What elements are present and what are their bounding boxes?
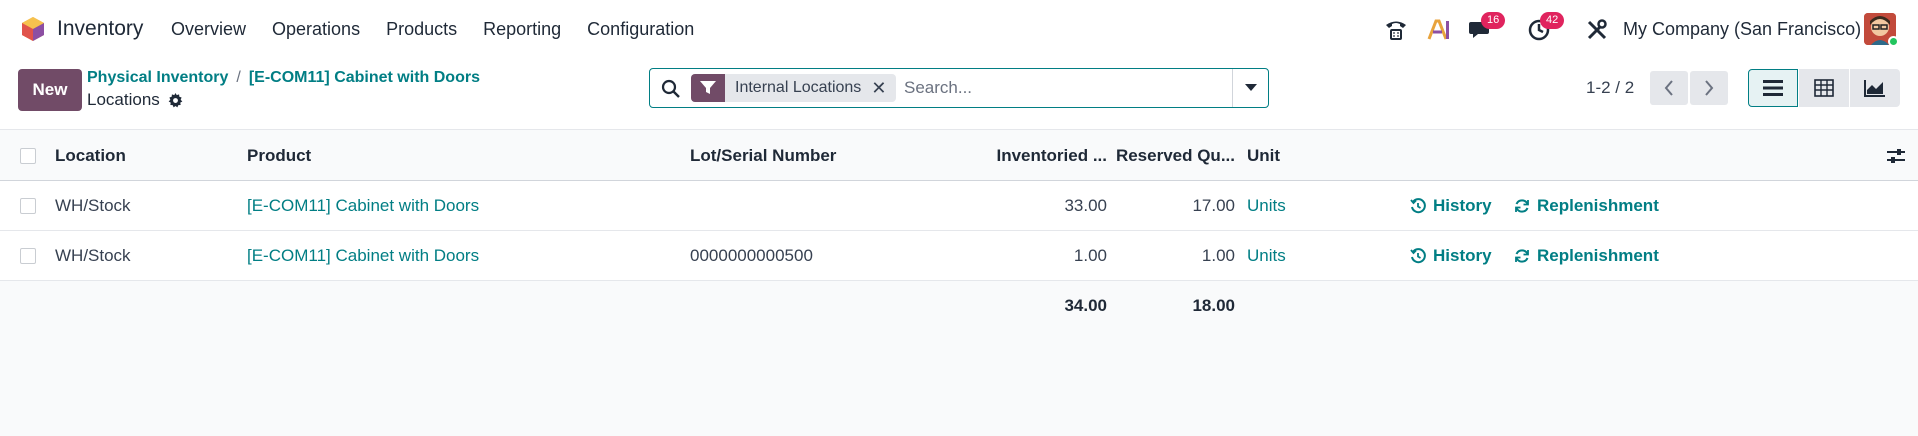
col-location[interactable]: Location — [55, 131, 126, 181]
pager-next-button[interactable] — [1690, 71, 1728, 105]
menu-products[interactable]: Products — [386, 19, 457, 40]
graph-view-button[interactable] — [1850, 69, 1900, 107]
history-icon — [1410, 248, 1426, 264]
chat-badge: 16 — [1481, 12, 1506, 29]
history-button[interactable]: History — [1410, 181, 1492, 231]
select-all-checkbox[interactable] — [20, 148, 36, 164]
history-button[interactable]: History — [1410, 231, 1492, 281]
chat-icon[interactable]: 16 — [1467, 12, 1506, 43]
table-row[interactable]: WH/Stock [E-COM11] Cabinet with Doors 00… — [0, 231, 1918, 281]
inventory-app-icon[interactable] — [20, 16, 46, 42]
list-icon — [1763, 80, 1783, 96]
search-options-toggle[interactable] — [1232, 69, 1268, 107]
main-menu: Overview Operations Products Reporting C… — [171, 19, 720, 40]
search-icon — [661, 79, 680, 98]
col-lot[interactable]: Lot/Serial Number — [690, 131, 836, 181]
cell-location[interactable]: WH/Stock — [55, 231, 131, 281]
cell-unit-link[interactable]: Units — [1247, 181, 1286, 231]
control-panel: New Physical Inventory / [E-COM11] Cabinet… — [0, 59, 1918, 130]
filter-icon — [691, 74, 725, 102]
col-unit[interactable]: Unit — [1247, 131, 1280, 181]
col-product[interactable]: Product — [247, 131, 311, 181]
search-input[interactable] — [904, 75, 1204, 101]
total-inventoried: 34.00 — [1064, 296, 1107, 315]
sliders-icon — [1887, 149, 1905, 163]
chevron-left-icon — [1664, 80, 1673, 96]
cell-product-link[interactable]: [E-COM11] Cabinet with Doors — [247, 181, 479, 231]
refresh-icon — [1515, 199, 1529, 213]
cell-reserved[interactable]: 1.00 — [1107, 231, 1235, 281]
col-inventoried[interactable]: Inventoried ... — [980, 131, 1107, 181]
replenishment-label: Replenishment — [1537, 196, 1659, 215]
pager-value[interactable]: 1-2 / 2 — [1586, 78, 1634, 98]
cell-unit-link[interactable]: Units — [1247, 231, 1286, 281]
refresh-icon — [1515, 249, 1529, 263]
breadcrumb-product[interactable]: [E-COM11] Cabinet with Doors — [249, 69, 480, 86]
cell-product-link[interactable]: [E-COM11] Cabinet with Doors — [247, 231, 479, 281]
breadcrumb-separator: / — [236, 69, 241, 86]
cell-inventoried[interactable]: 1.00 — [980, 231, 1107, 281]
top-navbar: Inventory Overview Operations Products R… — [0, 0, 1918, 59]
total-reserved: 18.00 — [1192, 296, 1235, 315]
history-label: History — [1433, 196, 1492, 215]
company-switcher[interactable]: My Company (San Francisco) — [1623, 19, 1861, 40]
table-footer-totals: 34.00 18.00 — [0, 281, 1918, 331]
pivot-view-button[interactable] — [1799, 69, 1849, 107]
online-status-dot — [1888, 36, 1899, 47]
table-grid-icon — [1814, 79, 1834, 97]
cell-inventoried[interactable]: 33.00 — [980, 181, 1107, 231]
breadcrumb-physical-inventory[interactable]: Physical Inventory — [87, 69, 228, 86]
table-header: Location Product Lot/Serial Number Inven… — [0, 131, 1918, 181]
new-button[interactable]: New — [18, 69, 82, 111]
pager-previous-button[interactable] — [1650, 71, 1688, 105]
caret-down-icon — [1244, 84, 1257, 91]
replenishment-label: Replenishment — [1537, 246, 1659, 265]
phone-icon[interactable] — [1383, 17, 1409, 43]
chevron-right-icon — [1705, 80, 1714, 96]
list-view-button[interactable] — [1748, 69, 1798, 107]
app-name[interactable]: Inventory — [57, 17, 143, 41]
gear-icon[interactable] — [168, 92, 183, 108]
row-checkbox[interactable] — [20, 248, 36, 264]
cell-location[interactable]: WH/Stock — [55, 181, 131, 231]
menu-operations[interactable]: Operations — [272, 19, 360, 40]
search-bar: Internal Locations ✕ — [649, 68, 1269, 108]
activity-badge: 42 — [1540, 12, 1565, 29]
cell-lot[interactable]: 0000000000500 — [690, 231, 813, 281]
history-label: History — [1433, 246, 1492, 265]
close-icon[interactable]: ✕ — [871, 78, 896, 99]
ai-icon[interactable] — [1426, 17, 1452, 43]
row-checkbox[interactable] — [20, 198, 36, 214]
replenishment-button[interactable]: Replenishment — [1514, 231, 1659, 281]
tools-icon[interactable] — [1584, 17, 1610, 43]
search-facet: Internal Locations ✕ — [691, 74, 897, 102]
col-reserved[interactable]: Reserved Qu... — [1107, 131, 1235, 181]
page-title: Locations — [87, 90, 160, 109]
menu-overview[interactable]: Overview — [171, 19, 246, 40]
table-row[interactable]: WH/Stock [E-COM11] Cabinet with Doors 33… — [0, 181, 1918, 231]
history-icon — [1410, 198, 1426, 214]
menu-reporting[interactable]: Reporting — [483, 19, 561, 40]
optional-columns-toggle[interactable] — [1886, 131, 1906, 181]
cell-reserved[interactable]: 17.00 — [1107, 181, 1235, 231]
quants-table: Location Product Lot/Serial Number Inven… — [0, 131, 1918, 331]
facet-label: Internal Locations — [735, 79, 862, 96]
breadcrumb: Physical Inventory / [E-COM11] Cabinet wit… — [87, 69, 480, 87]
page-title-row: Locations — [87, 90, 183, 110]
area-chart-icon — [1864, 80, 1885, 97]
replenishment-button[interactable]: Replenishment — [1514, 181, 1659, 231]
menu-configuration[interactable]: Configuration — [587, 19, 694, 40]
activity-clock-icon[interactable]: 42 — [1526, 12, 1565, 43]
